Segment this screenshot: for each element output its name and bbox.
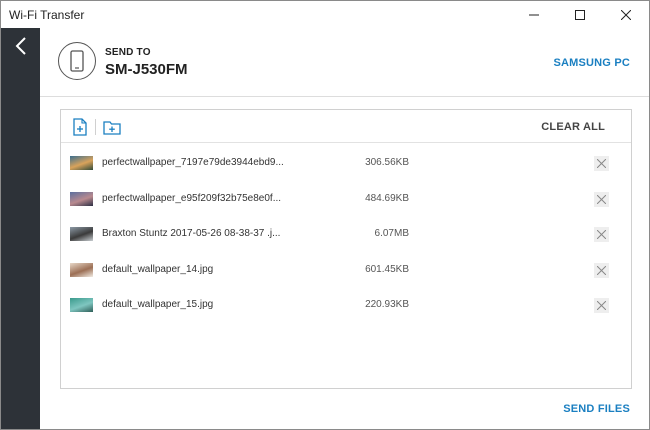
file-size: 220.93KB: [365, 299, 409, 310]
sidebar: [1, 28, 40, 429]
close-icon: [597, 159, 606, 168]
back-button[interactable]: [1, 28, 40, 64]
file-thumbnail: [70, 298, 93, 312]
device-header: SEND TO SM-J530FM SAMSUNG PC: [40, 28, 649, 97]
send-files-button[interactable]: SEND FILES: [563, 403, 630, 415]
remove-file-button[interactable]: [594, 191, 609, 207]
file-name: perfectwallpaper_7197e79de3944ebd9...: [102, 157, 284, 168]
target-pc-link[interactable]: SAMSUNG PC: [553, 57, 630, 69]
file-thumbnail: [70, 191, 93, 206]
file-size: 6.07MB: [374, 228, 409, 239]
remove-file-button[interactable]: [594, 227, 609, 242]
close-window-button[interactable]: [603, 1, 649, 28]
maximize-button[interactable]: [557, 1, 603, 28]
minimize-button[interactable]: [511, 1, 557, 28]
file-panel: CLEAR ALL perfectwallpaper_7197e79de3944…: [60, 109, 632, 389]
device-avatar: [58, 42, 96, 80]
remove-file-button[interactable]: [594, 156, 609, 171]
remove-file-button[interactable]: [594, 262, 609, 278]
app-window: Wi-Fi Transfer SEND TO SM-J530FM SAMSUNG…: [0, 0, 650, 430]
file-name: Braxton Stuntz 2017-05-26 08-38-37 .j...: [102, 228, 281, 239]
file-row: Braxton Stuntz 2017-05-26 08-38-37 .j...…: [61, 214, 631, 250]
file-row: default_wallpaper_14.jpg 601.45KB: [61, 250, 631, 286]
file-name: default_wallpaper_15.jpg: [102, 299, 214, 310]
close-icon: [597, 301, 606, 310]
minimize-icon: [529, 14, 539, 15]
title-bar: Wi-Fi Transfer: [1, 1, 649, 28]
file-row: perfectwallpaper_e95f209f32b75e8e0f... 4…: [61, 179, 631, 215]
file-size: 306.56KB: [365, 157, 409, 168]
back-arrow-icon: [15, 37, 26, 55]
file-toolbar: CLEAR ALL: [61, 110, 631, 143]
file-size: 484.69KB: [365, 192, 409, 204]
close-icon: [597, 265, 606, 275]
file-row: perfectwallpaper_7197e79de3944ebd9... 30…: [61, 143, 631, 179]
maximize-icon: [575, 9, 585, 20]
file-name: perfectwallpaper_e95f209f32b75e8e0f...: [102, 192, 282, 204]
phone-icon: [70, 50, 84, 72]
send-to-label: SEND TO: [105, 47, 151, 58]
add-folder-icon: [103, 121, 121, 135]
file-thumbnail: [70, 262, 93, 277]
add-folder-button[interactable]: [102, 117, 122, 137]
file-name: default_wallpaper_14.jpg: [102, 263, 214, 275]
file-size: 601.45KB: [365, 263, 409, 275]
remove-file-button[interactable]: [594, 298, 609, 313]
file-row: default_wallpaper_15.jpg 220.93KB: [61, 285, 631, 321]
file-thumbnail: [70, 227, 93, 241]
close-icon: [621, 9, 631, 20]
clear-all-button[interactable]: CLEAR ALL: [541, 121, 605, 133]
device-name: SM-J530FM: [105, 61, 188, 78]
file-list: perfectwallpaper_7197e79de3944ebd9... 30…: [61, 143, 631, 321]
toolbar-divider: [95, 119, 96, 135]
window-title: Wi-Fi Transfer: [9, 8, 85, 22]
add-file-icon: [73, 118, 87, 136]
add-file-button[interactable]: [70, 117, 90, 137]
file-thumbnail: [70, 156, 93, 170]
close-icon: [597, 194, 606, 204]
close-icon: [597, 230, 606, 239]
